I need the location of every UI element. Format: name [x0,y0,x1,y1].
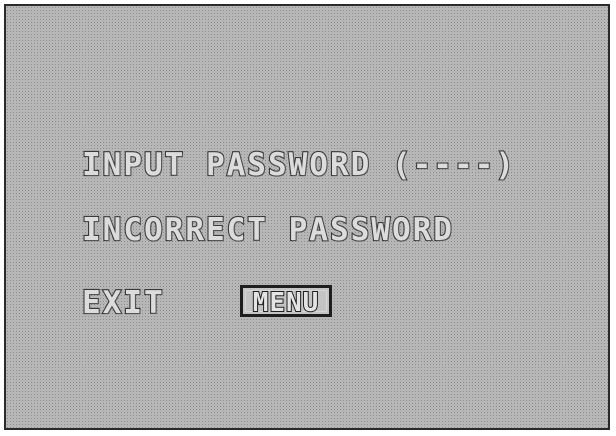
menu-button[interactable]: MENU [240,285,332,319]
menu-button-label: MENU [252,287,320,319]
exit-option[interactable]: EXIT [81,284,165,322]
password-prompt: INPUT PASSWORD (----) [81,146,516,184]
error-message: INCORRECT PASSWORD [81,211,454,249]
osd-screen: INPUT PASSWORD (----) INCORRECT PASSWORD… [4,4,610,430]
